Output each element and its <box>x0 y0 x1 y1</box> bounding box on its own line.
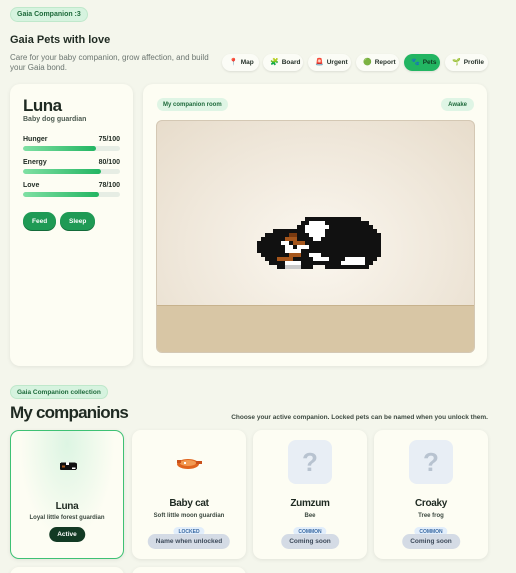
love-stat: Love 78/100 <box>23 182 120 197</box>
nav-label: Map <box>240 59 254 66</box>
paw-icon: 🐾 <box>411 59 420 66</box>
active-button[interactable]: Active <box>49 527 85 542</box>
room-label: My companion room <box>157 98 228 111</box>
page-subtitle: Care for your baby companion, grow affec… <box>10 53 209 72</box>
companion-card-baby-cat[interactable]: Baby cat Soft little moon guardian LOCKE… <box>132 430 246 559</box>
companion-card-partial[interactable] <box>132 567 246 573</box>
pet-status-badge: Awake <box>441 98 474 111</box>
love-bar-fill <box>23 192 99 197</box>
pet-status-card: Luna Baby dog guardian Hunger 75/100 Ene… <box>10 84 133 366</box>
companion-card-partial[interactable] <box>10 567 124 573</box>
stat-value: 80/100 <box>98 159 120 166</box>
stat-label: Energy <box>23 159 47 166</box>
nav-report[interactable]: 🟢 Report <box>356 54 399 71</box>
sleep-button[interactable]: Sleep <box>60 212 96 230</box>
companion-card-zumzum[interactable]: ? Zumzum Bee COMMON Coming soon <box>253 430 367 559</box>
luna-sprite <box>59 462 77 470</box>
feed-button[interactable]: Feed <box>23 212 57 230</box>
nav-urgent[interactable]: 🚨 Urgent <box>308 54 351 71</box>
question-mark-icon: ? <box>409 440 453 484</box>
nav-label: Pets <box>422 59 437 66</box>
report-icon: 🟢 <box>363 59 372 66</box>
stat-value: 75/100 <box>98 136 120 143</box>
stat-label: Hunger <box>23 136 48 143</box>
collection-hint: Choose your active companion. Locked pet… <box>231 414 488 421</box>
app-badge: Gaia Companion :3 <box>10 7 88 22</box>
pet-name: Luna <box>23 96 62 115</box>
companion-desc: Soft little moon guardian <box>153 513 225 519</box>
energy-stat: Energy 80/100 <box>23 159 120 174</box>
companion-desc: Bee <box>304 513 316 519</box>
coming-soon-button[interactable]: Coming soon <box>402 534 460 549</box>
nav-label: Report <box>374 59 396 66</box>
energy-bar-fill <box>23 169 101 174</box>
companion-card-luna[interactable]: Luna Loyal little forest guardian Active <box>10 430 124 559</box>
coming-soon-button[interactable]: Coming soon <box>281 534 339 549</box>
stat-value: 78/100 <box>98 182 120 189</box>
profile-icon: 🌱 <box>452 59 461 66</box>
room-floor <box>157 305 474 352</box>
nav-profile[interactable]: 🌱 Profile <box>445 54 488 71</box>
companion-card-croaky[interactable]: ? Croaky Tree frog COMMON Coming soon <box>374 430 488 559</box>
pet-subtitle: Baby dog guardian <box>23 116 87 123</box>
room-scene[interactable] <box>156 120 475 353</box>
companion-name: Baby cat <box>169 498 209 509</box>
stat-label: Love <box>23 182 40 189</box>
nav-label: Board <box>281 59 301 66</box>
companion-name: Croaky <box>414 498 448 509</box>
companion-name: Luna <box>55 501 79 512</box>
nav-label: Urgent <box>326 59 348 66</box>
name-when-unlocked-button[interactable]: Name when unlocked <box>147 534 231 549</box>
hunger-stat: Hunger 75/100 <box>23 136 120 151</box>
board-icon: 🧩 <box>270 59 279 66</box>
map-pin-icon: 📍 <box>229 59 238 66</box>
question-mark-icon: ? <box>288 440 332 484</box>
nav-label: Profile <box>463 59 484 66</box>
energy-bar <box>23 169 120 174</box>
companion-room-card: My companion room Awake <box>143 84 487 366</box>
hunger-bar <box>23 146 120 151</box>
cat-sprite <box>177 459 202 469</box>
urgent-icon: 🚨 <box>315 59 324 66</box>
companion-desc: Loyal little forest guardian <box>29 515 105 521</box>
love-bar <box>23 192 120 197</box>
companion-desc: Tree frog <box>418 513 444 519</box>
companion-name: Zumzum <box>290 498 330 509</box>
collection-badge: Gaia Companion collection <box>10 385 108 399</box>
sleeping-dog-sprite[interactable] <box>257 217 381 281</box>
nav-map[interactable]: 📍 Map <box>222 54 259 71</box>
page-title: Gaia Pets with love <box>10 34 111 46</box>
collection-title: My companions <box>10 403 129 422</box>
nav-board[interactable]: 🧩 Board <box>263 54 303 71</box>
hunger-bar-fill <box>23 146 96 151</box>
nav-pets[interactable]: 🐾 Pets <box>404 54 440 71</box>
